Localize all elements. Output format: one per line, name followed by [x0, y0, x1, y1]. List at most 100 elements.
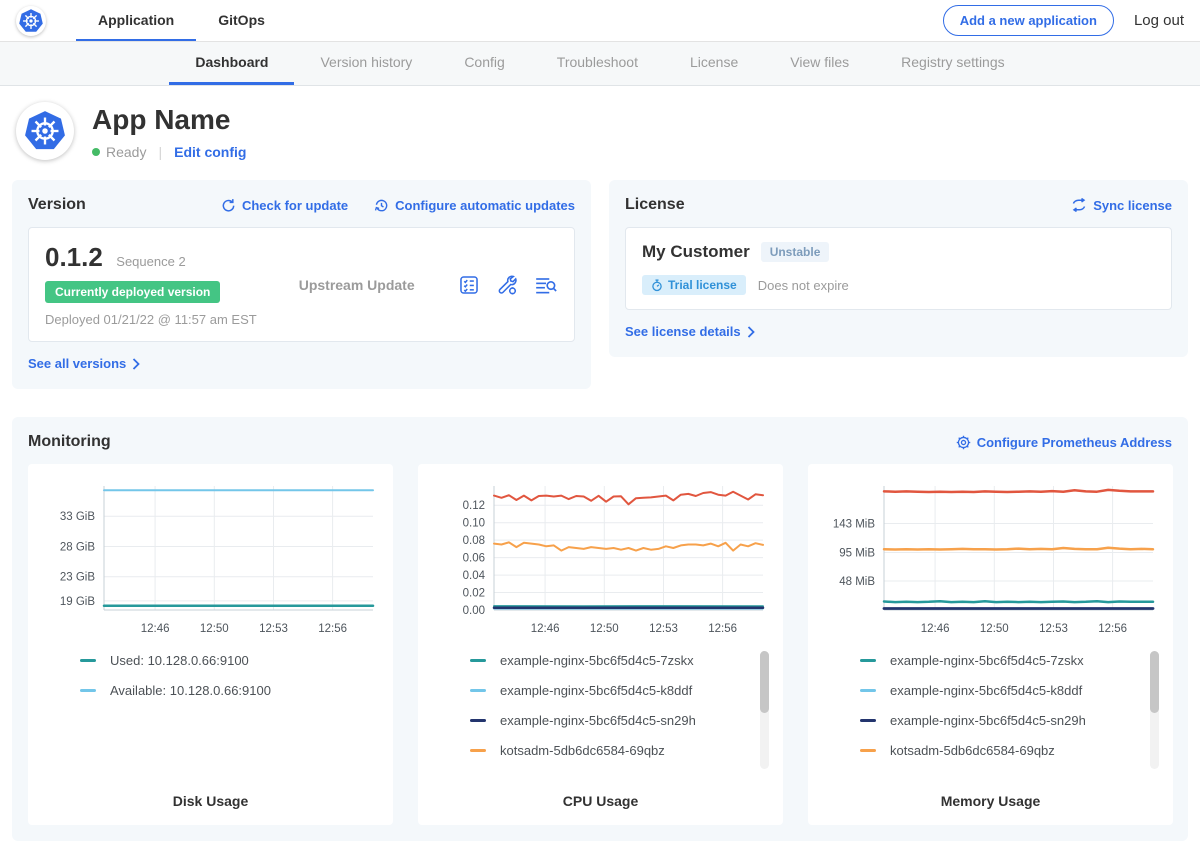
legend-item: Available: 10.128.0.66:9100: [80, 683, 357, 698]
legend-swatch: [80, 689, 96, 692]
memory-usage-chart: 143 MiB 95 MiB 48 MiB 12:46 12:50 12:53 12:56: [818, 476, 1163, 643]
svg-text:12:53: 12:53: [649, 623, 678, 635]
configure-prometheus-label: Configure Prometheus Address: [977, 435, 1172, 450]
add-application-button[interactable]: Add a new application: [943, 5, 1114, 36]
kubernetes-icon: [18, 8, 44, 34]
configure-automatic-updates-link[interactable]: Configure automatic updates: [374, 198, 575, 213]
tab-dashboard[interactable]: Dashboard: [169, 42, 294, 85]
tab-license[interactable]: License: [664, 42, 764, 85]
trial-license-label: Trial license: [668, 278, 737, 292]
svg-text:12:46: 12:46: [921, 623, 950, 635]
svg-text:12:50: 12:50: [590, 623, 619, 635]
legend-item: kotsadm-5db6dc6584-69qbz: [470, 743, 747, 758]
svg-text:95 MiB: 95 MiB: [839, 548, 875, 560]
top-nav: Application GitOps Add a new application…: [0, 0, 1200, 42]
refresh-icon: [221, 198, 236, 213]
diff-preview-icon[interactable]: [534, 274, 558, 296]
configure-automatic-updates-label: Configure automatic updates: [395, 198, 575, 213]
legend-item: example-nginx-5bc6f5d4c5-k8ddf: [470, 683, 747, 698]
sync-license-label: Sync license: [1093, 198, 1172, 213]
tab-application-label: Application: [98, 12, 174, 28]
version-panel: Version Check for update Configure autom…: [12, 180, 591, 389]
clock-refresh-icon: [374, 198, 389, 213]
svg-text:12:56: 12:56: [708, 623, 737, 635]
svg-text:33 GiB: 33 GiB: [60, 511, 95, 523]
legend-swatch: [860, 659, 876, 662]
svg-text:12:46: 12:46: [141, 623, 170, 635]
sequence-label: Sequence 2: [116, 254, 185, 269]
legend-scrollbar[interactable]: [1150, 651, 1159, 769]
release-notes-icon[interactable]: [458, 274, 480, 296]
configure-prometheus-link[interactable]: Configure Prometheus Address: [956, 435, 1172, 450]
trial-license-badge: Trial license: [642, 275, 746, 295]
svg-text:12:46: 12:46: [531, 623, 560, 635]
svg-text:12:53: 12:53: [1039, 623, 1068, 635]
ready-status-dot: [92, 148, 100, 156]
chart-title: Memory Usage: [818, 793, 1163, 809]
tab-registry-settings[interactable]: Registry settings: [875, 42, 1030, 85]
app-header: App Name Ready | Edit config: [0, 86, 1200, 180]
legend-item: example-nginx-5bc6f5d4c5-7zskx: [860, 653, 1137, 668]
svg-text:12:50: 12:50: [980, 623, 1009, 635]
svg-text:12:53: 12:53: [259, 623, 288, 635]
check-for-update-link[interactable]: Check for update: [221, 198, 348, 213]
svg-text:19 GiB: 19 GiB: [60, 596, 95, 608]
customer-name: My Customer: [642, 242, 750, 262]
config-wrench-icon[interactable]: [496, 274, 518, 296]
svg-text:0.10: 0.10: [463, 518, 485, 530]
svg-text:12:56: 12:56: [318, 623, 347, 635]
svg-text:12:56: 12:56: [1098, 623, 1127, 635]
chevron-right-icon: [132, 358, 140, 370]
svg-text:23 GiB: 23 GiB: [60, 572, 95, 584]
sync-license-link[interactable]: Sync license: [1071, 198, 1172, 213]
chart-title: CPU Usage: [428, 793, 773, 809]
tab-application[interactable]: Application: [76, 0, 196, 41]
legend-item: example-nginx-5bc6f5d4c5-sn29h: [470, 713, 747, 728]
svg-text:0.00: 0.00: [463, 605, 485, 617]
see-license-details-link[interactable]: See license details: [625, 324, 755, 339]
tab-config[interactable]: Config: [438, 42, 530, 85]
legend-swatch: [860, 719, 876, 722]
license-expiry-text: Does not expire: [758, 278, 849, 293]
license-panel-title: License: [625, 196, 685, 214]
scrollbar-thumb[interactable]: [760, 651, 769, 713]
legend-swatch: [860, 689, 876, 692]
license-detail-card: My Customer Unstable Trial license Does …: [625, 227, 1172, 310]
license-panel: License Sync license My Customer Unstabl…: [609, 180, 1188, 357]
svg-text:28 GiB: 28 GiB: [60, 542, 95, 554]
legend-label: example-nginx-5bc6f5d4c5-sn29h: [890, 713, 1086, 728]
legend-swatch: [470, 749, 486, 752]
memory-usage-chart-card: 143 MiB95 MiB48 MiB12:4612:5012:5312:56 …: [808, 464, 1173, 825]
svg-text:0.04: 0.04: [463, 570, 486, 582]
tab-troubleshoot[interactable]: Troubleshoot: [531, 42, 664, 85]
tab-gitops[interactable]: GitOps: [196, 0, 287, 41]
svg-text:48 MiB: 48 MiB: [839, 576, 875, 588]
topnav-spacer: [287, 0, 943, 41]
disk-usage-legend: Used: 10.128.0.66:9100 Available: 10.128…: [80, 653, 383, 779]
disk-usage-chart-card: 33 GiB28 GiB23 GiB19 GiB12:4612:5012:531…: [28, 464, 393, 825]
cpu-usage-chart: 0.120.100.080.060.040.020.0012:4612:5012…: [428, 476, 773, 643]
legend-item: example-nginx-5bc6f5d4c5-sn29h: [860, 713, 1137, 728]
svg-text:143 MiB: 143 MiB: [833, 519, 876, 531]
svg-text:0.12: 0.12: [463, 500, 485, 512]
scrollbar-thumb[interactable]: [1150, 651, 1159, 713]
edit-config-link[interactable]: Edit config: [174, 144, 246, 160]
see-all-versions-link[interactable]: See all versions: [28, 356, 140, 371]
legend-label: Used: 10.128.0.66:9100: [110, 653, 249, 668]
app-sub-nav: Dashboard Version history Config Trouble…: [0, 42, 1200, 86]
legend-item: example-nginx-5bc6f5d4c5-7zskx: [470, 653, 747, 668]
memory-usage-legend: example-nginx-5bc6f5d4c5-7zskx example-n…: [860, 653, 1163, 779]
status-text: Ready: [106, 144, 146, 160]
tab-view-files[interactable]: View files: [764, 42, 875, 85]
legend-label: example-nginx-5bc6f5d4c5-7zskx: [890, 653, 1084, 668]
legend-swatch: [860, 749, 876, 752]
deployed-timestamp: Deployed 01/21/22 @ 11:57 am EST: [45, 312, 257, 327]
version-number: 0.1.2: [45, 242, 103, 272]
legend-scrollbar[interactable]: [760, 651, 769, 769]
stopwatch-icon: [651, 279, 663, 292]
current-version-card: 0.1.2 Sequence 2 Currently deployed vers…: [28, 227, 575, 342]
logout-button[interactable]: Log out: [1134, 12, 1184, 29]
version-source-label: Upstream Update: [299, 277, 415, 293]
legend-swatch: [470, 659, 486, 662]
tab-version-history[interactable]: Version history: [294, 42, 438, 85]
